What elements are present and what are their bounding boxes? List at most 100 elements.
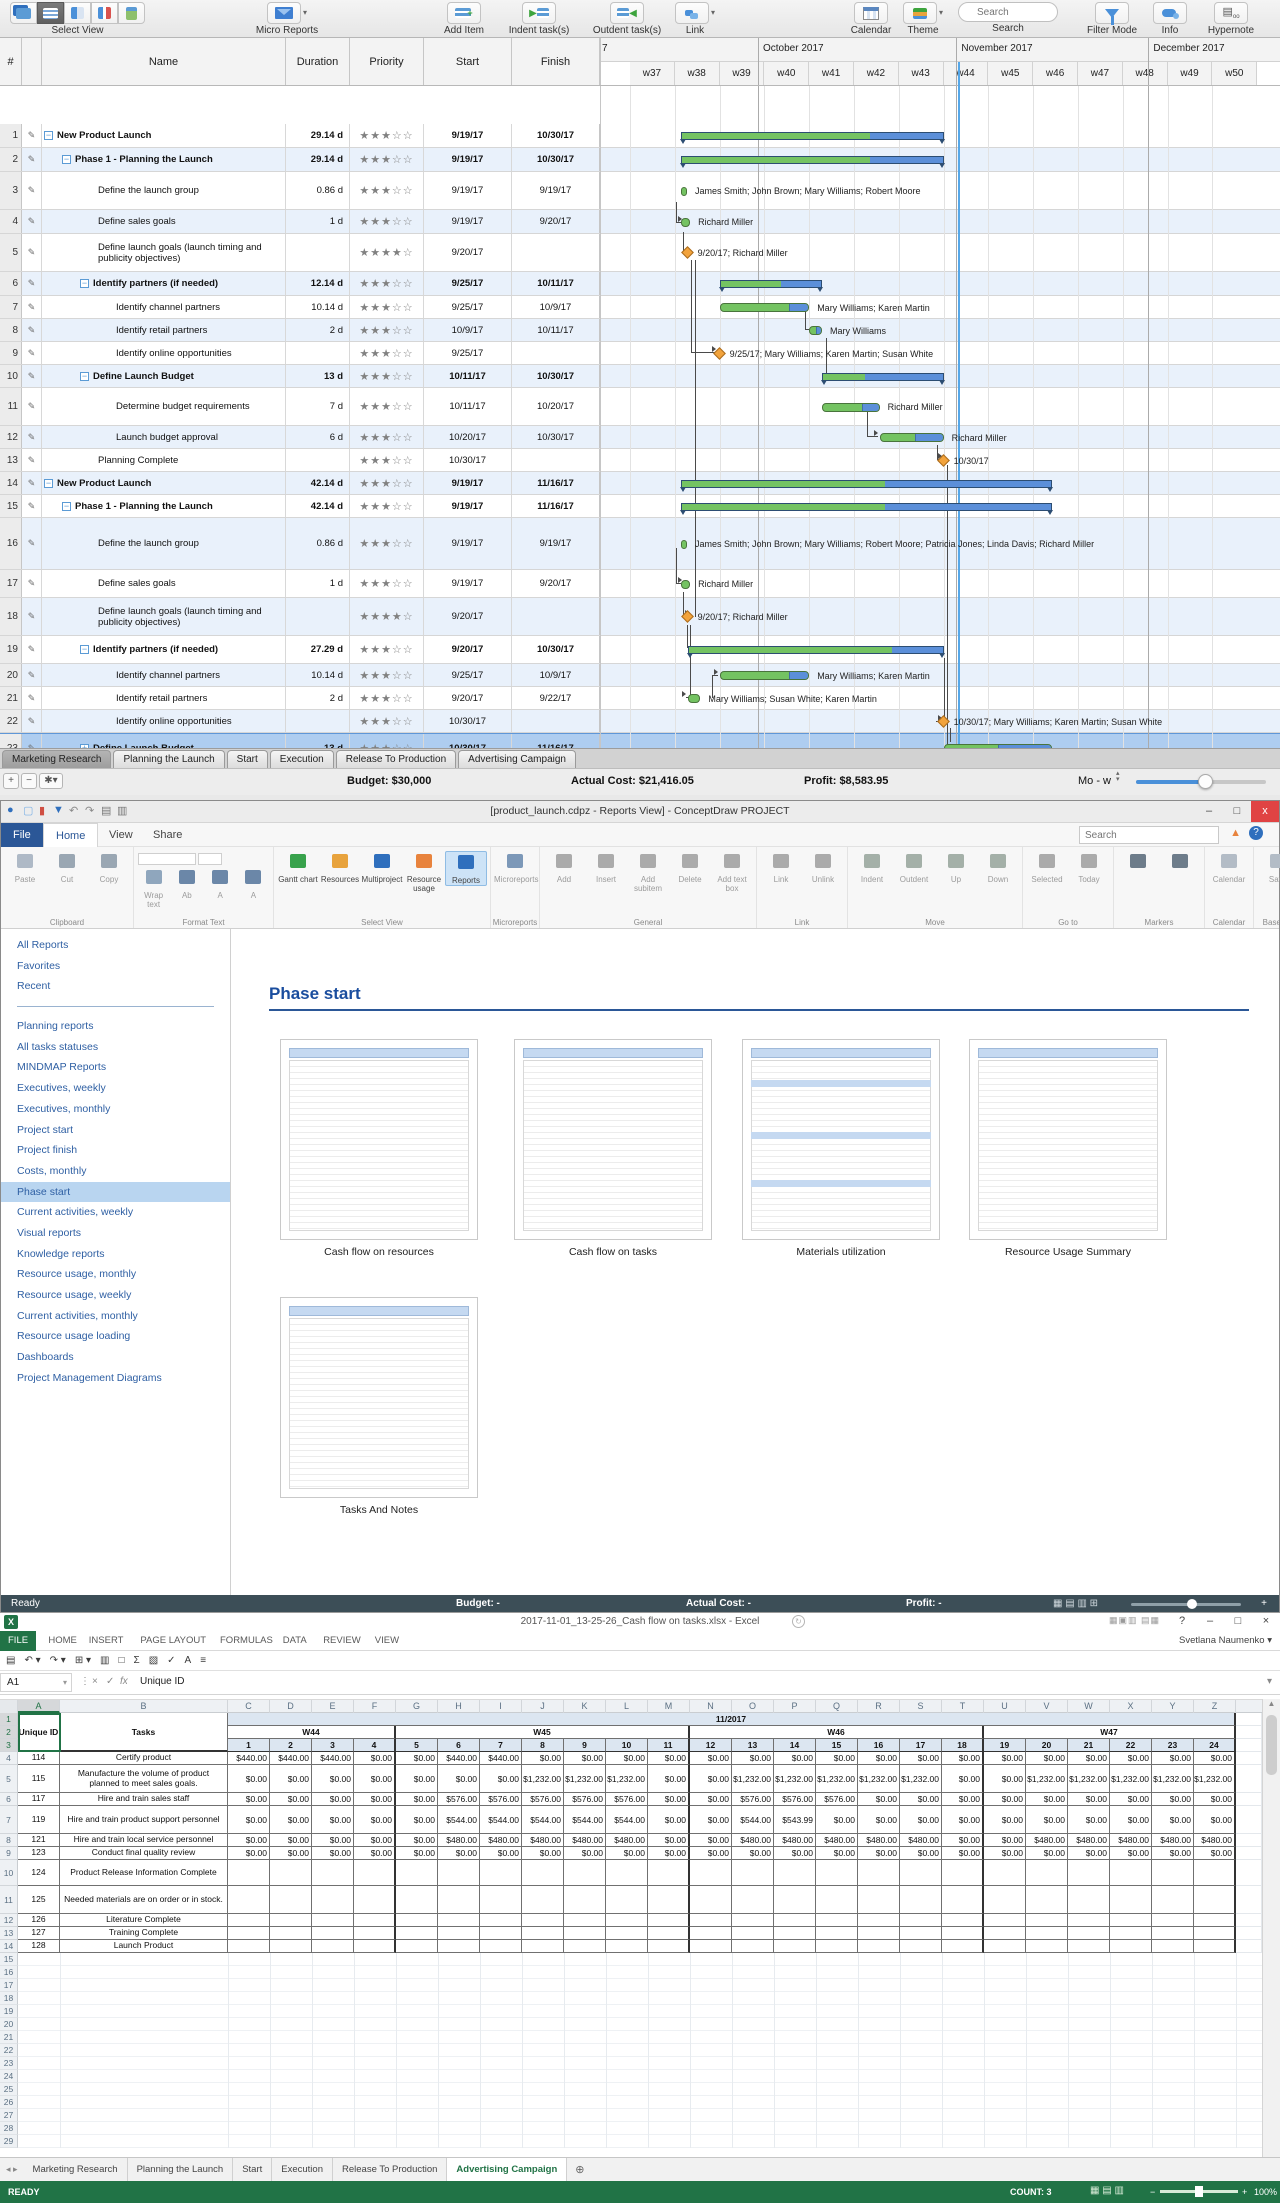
cell-day-3[interactable]: 3 [312,1739,354,1752]
cell-value[interactable]: $0.00 [984,1806,1026,1834]
cell-value[interactable] [732,1886,774,1914]
ribbon-button-microreports[interactable]: Microreports [494,851,538,884]
ribbon-button-calendar[interactable]: Calendar [1208,851,1250,884]
cell-value[interactable] [816,1914,858,1927]
cell-value[interactable] [228,1927,270,1940]
task-edit-icon[interactable]: ✎ [28,716,36,727]
cell-value[interactable]: $544.00 [606,1806,648,1834]
cell-value[interactable]: $480.00 [438,1834,480,1847]
cell-value[interactable] [774,1927,816,1940]
column-header-X[interactable]: X [1110,1700,1152,1713]
finish-cell[interactable]: 10/9/17 [512,296,600,318]
priority-stars[interactable]: ★★★☆☆ [350,210,424,233]
cell-value[interactable] [1026,1860,1068,1886]
cell-value[interactable] [228,1940,270,1953]
cell-value[interactable]: $576.00 [774,1793,816,1806]
priority-stars[interactable]: ★★★☆☆ [350,148,424,171]
finish-cell[interactable] [512,342,600,364]
start-cell[interactable]: 9/19/17 [424,570,512,597]
cell-value[interactable] [1068,1860,1110,1886]
cell-value[interactable] [648,1927,690,1940]
micro-reports-button[interactable] [266,2,301,24]
cell-value[interactable]: $0.00 [312,1793,354,1806]
cell-value[interactable]: $0.00 [984,1847,1026,1860]
sidebar-item[interactable]: Recent [1,976,230,997]
cell-value[interactable]: $0.00 [1026,1847,1068,1860]
task-edit-icon[interactable]: ✎ [28,693,36,704]
column-header-D[interactable]: D [270,1700,312,1713]
empty-row-cells[interactable] [18,2083,1262,2096]
cell-value[interactable]: $576.00 [480,1793,522,1806]
cell-value[interactable] [942,1914,984,1927]
project-tab[interactable]: Marketing Research [2,750,112,768]
cell-value[interactable] [564,1940,606,1953]
cell-value[interactable]: $0.00 [354,1806,396,1834]
cell-value[interactable]: $0.00 [1194,1752,1236,1765]
cell-value[interactable]: $576.00 [732,1793,774,1806]
duration-cell[interactable]: 10.14 d [286,296,350,318]
cell-value[interactable]: $0.00 [984,1765,1026,1793]
cell-value[interactable] [396,1940,438,1953]
cell-value[interactable]: $0.00 [942,1793,984,1806]
view-resource-usage-button[interactable] [91,2,118,24]
task-name-cell[interactable]: − Identify partners (if needed) [42,636,286,663]
cell-task-name[interactable]: Launch Product [60,1940,228,1953]
cell-value[interactable] [900,1940,942,1953]
finish-cell[interactable]: 10/11/17 [512,319,600,341]
task-edit-icon[interactable]: ✎ [28,325,36,336]
priority-stars[interactable]: ★★★☆☆ [350,388,424,425]
cell-value[interactable] [480,1914,522,1927]
cell-value[interactable]: $576.00 [564,1793,606,1806]
zoom-slider-thumb[interactable] [1198,774,1213,789]
row-header-14[interactable]: 14 [0,1940,18,1953]
cell-value[interactable] [942,1940,984,1953]
row-header-12[interactable]: 12 [0,1914,18,1927]
column-header-G[interactable]: G [396,1700,438,1713]
cell-value[interactable]: $0.00 [1194,1847,1236,1860]
cell-day-5[interactable]: 5 [396,1739,438,1752]
cell-day-9[interactable]: 9 [564,1739,606,1752]
sidebar-item[interactable]: Resource usage, weekly [1,1285,230,1306]
zoom-in[interactable]: + [1242,2187,1247,2197]
ribbon-button-today[interactable]: Today [1068,851,1110,884]
collapse-icon[interactable]: − [80,371,89,381]
duration-cell[interactable]: 0.86 d [286,172,350,209]
column-header-E[interactable]: E [312,1700,354,1713]
cell-value[interactable] [1026,1940,1068,1953]
task-name-cell[interactable]: Planning Complete [42,449,286,471]
theme-button[interactable] [902,2,937,24]
cell-task-id[interactable]: 114 [18,1752,60,1765]
cell-value[interactable]: $0.00 [606,1752,648,1765]
cell-value[interactable]: $480.00 [1068,1834,1110,1847]
cell-value[interactable]: $480.00 [732,1834,774,1847]
cell-value[interactable] [900,1886,942,1914]
cell-value[interactable] [564,1886,606,1914]
duration-cell[interactable]: 6 d [286,426,350,448]
cell-value[interactable] [816,1860,858,1886]
ribbon-tab-view[interactable]: View [97,823,145,847]
priority-stars[interactable]: ★★★☆☆ [350,664,424,686]
cell-value[interactable] [354,1860,396,1886]
ribbon-button-a[interactable]: A [237,867,270,900]
cell-value[interactable] [1110,1940,1152,1953]
enter-icon[interactable]: ✓ [106,1676,114,1687]
sidebar-item[interactable]: Project Management Diagrams [1,1368,230,1389]
start-cell[interactable]: 9/19/17 [424,495,512,517]
excel-tab-formulas[interactable]: FORMULAS [212,1631,281,1651]
cell-task-name[interactable]: Needed materials are on order or in stoc… [60,1886,228,1914]
row-header-18[interactable]: 18 [0,1992,18,2005]
close-button[interactable]: x [1251,801,1279,822]
cell-value[interactable]: $0.00 [228,1834,270,1847]
cell-value[interactable] [1068,1940,1110,1953]
task-name-cell[interactable]: Identify channel partners [42,296,286,318]
cell-value[interactable] [1194,1886,1236,1914]
task-edit-icon[interactable]: ✎ [28,247,36,258]
row-header-28[interactable]: 28 [0,2122,18,2135]
ribbon-button-save[interactable]: Save [1257,851,1280,884]
help-doc-icon[interactable]: ▲ [1230,827,1241,839]
cell-task-id[interactable]: 128 [18,1940,60,1953]
cell-value[interactable]: $0.00 [396,1765,438,1793]
cell-value[interactable] [1152,1927,1194,1940]
task-row[interactable]: 5 ✎ Define launch goals (laun­ch timing an… [0,234,1280,272]
cell-value[interactable]: $1,232.00 [774,1765,816,1793]
